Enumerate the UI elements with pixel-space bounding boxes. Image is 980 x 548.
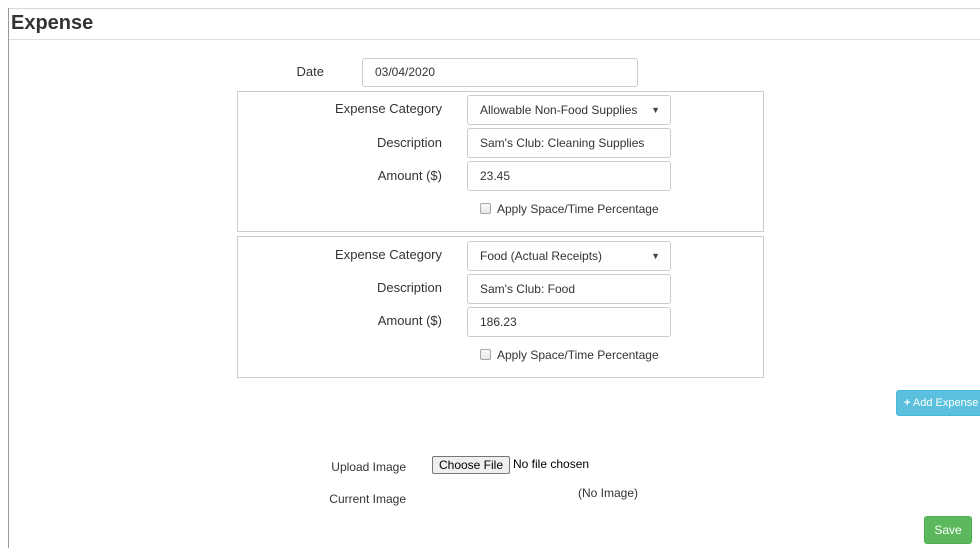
apply-space-time-label[interactable]: Apply Space/Time Percentage xyxy=(497,348,659,362)
description-label: Description xyxy=(376,135,442,150)
amount-input[interactable]: 23.45 xyxy=(467,161,671,191)
choose-file-button[interactable]: Choose File xyxy=(432,456,510,474)
amount-input[interactable]: 186.23 xyxy=(467,307,671,337)
description-input[interactable]: Sam's Club: Food xyxy=(467,274,671,304)
upload-image-label: Upload Image xyxy=(331,460,406,474)
expense-category-value: Food (Actual Receipts) xyxy=(480,249,603,263)
description-input[interactable]: Sam's Club: Cleaning Supplies xyxy=(467,128,671,158)
date-value: 03/04/2020 xyxy=(375,65,436,79)
page-title: Expense xyxy=(11,12,94,34)
add-expense-label: Add Expense xyxy=(912,397,979,409)
plus-icon: + xyxy=(904,397,911,409)
amount-label: Amount ($) xyxy=(377,168,442,183)
add-expense-button[interactable]: + Add Expense xyxy=(896,390,980,416)
current-image-value: (No Image) xyxy=(578,486,639,500)
date-label: Date xyxy=(296,64,324,79)
expense-category-select[interactable]: Allowable Non-Food Supplies ▼ xyxy=(467,95,671,125)
description-label: Description xyxy=(376,280,442,295)
date-input[interactable]: 03/04/2020 xyxy=(362,58,638,87)
expense-category-select[interactable]: Food (Actual Receipts) ▼ xyxy=(467,241,671,271)
current-image-label: Current Image xyxy=(329,492,406,506)
expense-category-label: Expense Category xyxy=(335,247,442,262)
panel-left-border xyxy=(8,8,9,548)
caret-down-icon: ▼ xyxy=(651,105,660,115)
file-status-text: No file chosen xyxy=(513,457,590,471)
save-button[interactable]: Save xyxy=(924,516,972,544)
caret-down-icon: ▼ xyxy=(651,251,660,261)
description-value: Sam's Club: Cleaning Supplies xyxy=(480,136,645,150)
amount-value: 186.23 xyxy=(480,315,517,329)
panel-top-border xyxy=(8,8,980,9)
title-divider xyxy=(9,39,980,40)
amount-value: 23.45 xyxy=(480,169,511,183)
apply-space-time-label[interactable]: Apply Space/Time Percentage xyxy=(497,202,659,216)
description-value: Sam's Club: Food xyxy=(480,282,575,296)
apply-space-time-checkbox[interactable] xyxy=(480,349,491,360)
expense-category-label: Expense Category xyxy=(335,101,442,116)
expense-category-value: Allowable Non-Food Supplies xyxy=(480,103,638,117)
amount-label: Amount ($) xyxy=(377,313,442,328)
apply-space-time-checkbox[interactable] xyxy=(480,203,491,214)
